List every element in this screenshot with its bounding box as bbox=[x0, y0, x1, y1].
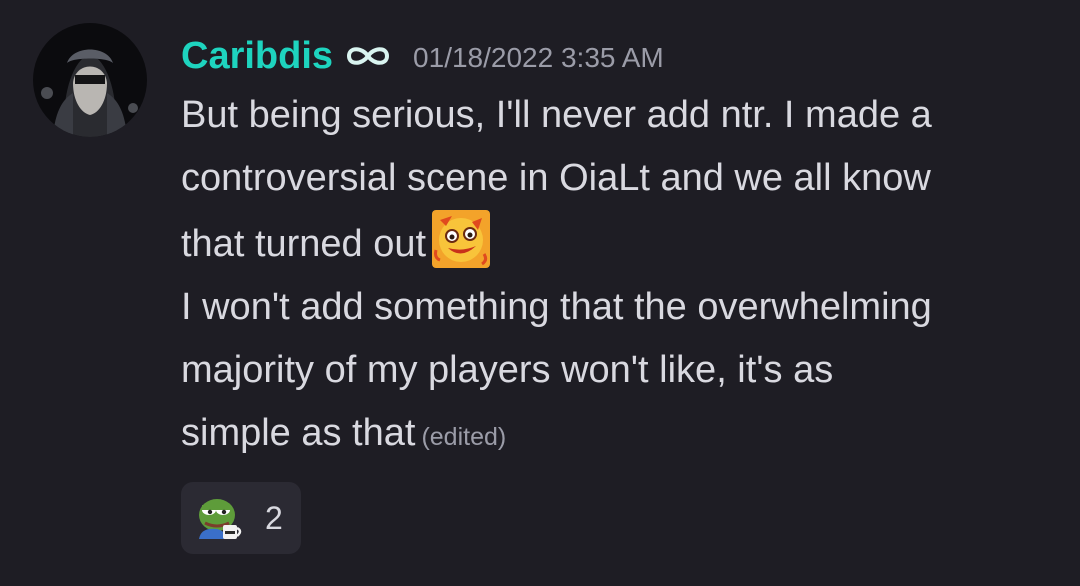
avatar[interactable] bbox=[33, 23, 147, 137]
message-line-text: that turned out bbox=[181, 223, 427, 265]
infinity-icon[interactable] bbox=[343, 43, 393, 69]
message-line: But being serious, I'll never add ntr. I… bbox=[181, 94, 932, 136]
message-line: I won't add something that the overwhelm… bbox=[181, 286, 932, 328]
chat-message-view: Caribdis 01/18/2022 3:35 AM But being se… bbox=[0, 0, 1080, 586]
message: Caribdis 01/18/2022 3:35 AM But being se… bbox=[181, 30, 1060, 469]
message-line-last: simple as that (edited) bbox=[181, 402, 1060, 469]
message-line: controversial scene in OiaLt and we all … bbox=[181, 157, 931, 199]
username[interactable]: Caribdis bbox=[181, 35, 333, 78]
message-timestamp: 01/18/2022 3:35 AM bbox=[413, 42, 664, 73]
message-header: Caribdis 01/18/2022 3:35 AM bbox=[181, 30, 1060, 82]
message-line-text: simple as that bbox=[181, 412, 416, 454]
sweating-laugh-emoji-icon[interactable] bbox=[432, 210, 491, 268]
pepe-drinking-coffee-icon bbox=[195, 493, 245, 543]
avatar-image bbox=[33, 23, 147, 137]
message-content: But being serious, I'll never add ntr. I… bbox=[181, 84, 1060, 469]
reaction-count: 2 bbox=[265, 499, 283, 536]
message-line-with-emoji: that turned out bbox=[181, 210, 1060, 276]
reaction-button[interactable]: 2 bbox=[181, 482, 301, 554]
edited-label: (edited) bbox=[421, 423, 507, 451]
message-line: majority of my players won't like, it's … bbox=[181, 349, 834, 391]
